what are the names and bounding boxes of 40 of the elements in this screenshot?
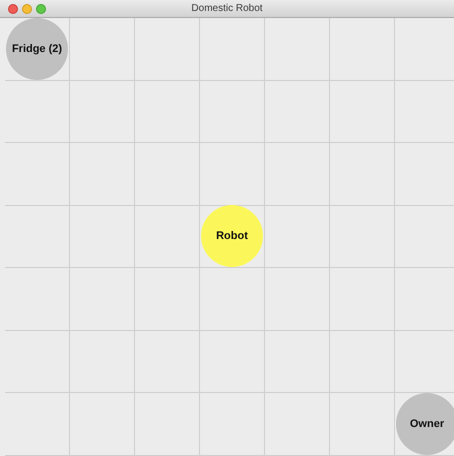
grid-cell [135, 393, 200, 456]
grid-cell [70, 393, 135, 456]
grid-cell [265, 80, 330, 143]
agent-node: Robot [201, 205, 263, 268]
grid-cell [330, 143, 395, 206]
grid-cell [70, 206, 135, 268]
grid-cell [265, 143, 330, 206]
zoom-button[interactable] [36, 4, 46, 14]
grid-cell [330, 268, 395, 330]
grid-cell [200, 18, 265, 80]
grid-cell [135, 143, 200, 206]
grid-cell [330, 80, 395, 143]
close-button[interactable] [8, 4, 18, 14]
agent-node: Owner [396, 392, 454, 455]
grid-cell [265, 393, 330, 456]
agent-node: Fridge (2) [6, 18, 68, 80]
grid-cell [5, 143, 70, 206]
grid-cell [135, 330, 200, 393]
grid-cell [200, 330, 265, 393]
grid-cell [70, 143, 135, 206]
grid-cell [265, 268, 330, 330]
grid-cell [5, 268, 70, 330]
grid-cell [265, 330, 330, 393]
grid-cell [135, 18, 200, 80]
grid-cell [330, 206, 395, 268]
grid-cell [70, 330, 135, 393]
grid-cell [70, 80, 135, 143]
grid-cell [5, 393, 70, 456]
window-title: Domestic Robot [191, 3, 263, 14]
grid-cell [200, 80, 265, 143]
grid-cell [265, 18, 330, 80]
grid-cell [330, 330, 395, 393]
grid-cell [330, 18, 395, 80]
grid-cell [5, 206, 70, 268]
grid-cell [135, 268, 200, 330]
grid-cell [70, 268, 135, 330]
grid-cell [200, 393, 265, 456]
grid-cell [135, 80, 200, 143]
minimize-button[interactable] [22, 4, 32, 14]
grid-cell [5, 330, 70, 393]
